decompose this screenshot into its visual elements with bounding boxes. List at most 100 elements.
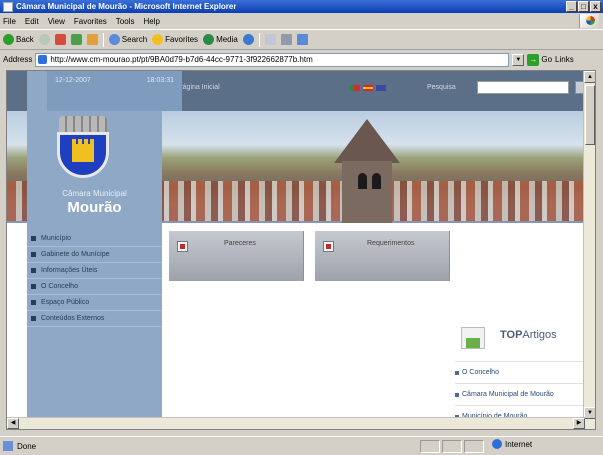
mail-icon — [264, 34, 276, 45]
tile-pareceres[interactable]: Pareceres — [169, 231, 304, 281]
church-tower-roof — [334, 119, 400, 163]
status-pane — [464, 440, 484, 453]
links-button[interactable]: Links — [555, 55, 574, 64]
top-article-label: O Concelho — [462, 369, 499, 376]
menu-tools[interactable]: Tools — [116, 17, 135, 26]
print-button[interactable] — [280, 34, 292, 45]
top-title-bold: TOP — [500, 329, 523, 341]
document-icon — [323, 241, 334, 252]
history-button[interactable] — [242, 34, 254, 45]
go-arrow-icon: → — [527, 53, 540, 66]
home-link-label: Página Inicial — [178, 84, 220, 91]
star-icon — [152, 34, 164, 45]
status-text: Done — [17, 441, 37, 451]
sidebar-item-gabinete[interactable]: Gabinete do Munícipe — [27, 247, 162, 263]
window-title: Câmara Municipal de Mourão - Microsoft I… — [16, 2, 237, 11]
bullet-icon — [31, 316, 36, 321]
tile-requerimentos[interactable]: Requerimentos — [315, 231, 450, 281]
sidebar-item-espaco-publico[interactable]: Espaço Público — [27, 295, 162, 311]
edit-button[interactable] — [296, 34, 308, 45]
stop-icon — [54, 34, 66, 45]
search-label: Search — [121, 35, 148, 44]
minimize-button[interactable]: _ — [566, 1, 577, 12]
sidebar-item-label: O Concelho — [41, 283, 78, 290]
print-icon — [280, 34, 292, 45]
top-article-label: Câmara Municipal de Mourão — [462, 391, 554, 398]
status-panes — [420, 440, 484, 453]
media-label: Media — [216, 35, 238, 44]
municipal-crest-logo[interactable] — [55, 116, 111, 182]
top-article-item[interactable]: Câmara Municipal de Mourão — [455, 383, 585, 405]
mail-button[interactable] — [264, 34, 276, 45]
menu-edit[interactable]: Edit — [25, 17, 39, 26]
belfry-window — [372, 173, 381, 189]
document-icon — [177, 241, 188, 252]
back-label: Back — [16, 35, 34, 44]
sidebar-item-concelho[interactable]: O Concelho — [27, 279, 162, 295]
address-dropdown-button[interactable]: ▼ — [512, 53, 525, 66]
menu-favorites[interactable]: Favorites — [74, 17, 107, 26]
refresh-button[interactable] — [70, 34, 82, 45]
top-articles-title: TOPArtigos — [500, 329, 557, 341]
favorites-button[interactable]: Favorites — [152, 34, 198, 45]
crown-icon — [59, 116, 107, 132]
media-button[interactable]: Media — [203, 34, 238, 45]
castle-icon — [72, 139, 94, 162]
municipality-name: Mourão — [67, 199, 122, 216]
bullet-icon — [31, 284, 36, 289]
sidebar-item-municipio[interactable]: Município — [27, 231, 162, 247]
zone-label: Internet — [505, 439, 533, 449]
toolbar: Back Search Favorites Media — [0, 29, 603, 50]
sidebar-item-label: Gabinete do Munícipe — [41, 251, 110, 258]
scroll-right-icon[interactable]: ▶ — [573, 418, 585, 429]
horizontal-scrollbar[interactable]: ◀ ▶ — [7, 417, 585, 429]
flag-uk-icon[interactable] — [376, 85, 386, 91]
page-done-icon — [3, 441, 13, 451]
forward-arrow-icon — [38, 34, 50, 45]
sidebar-item-informacoes[interactable]: Informações Úteis — [27, 263, 162, 279]
sidebar-item-conteudos-externos[interactable]: Conteúdos Externos — [27, 311, 162, 327]
forward-button[interactable] — [38, 34, 50, 45]
history-icon — [242, 34, 254, 45]
menu-file[interactable]: File — [3, 17, 16, 26]
go-label: Go — [541, 55, 553, 64]
site-search-input[interactable] — [477, 81, 569, 94]
sidebar-item-label: Município — [41, 235, 71, 242]
scroll-down-icon[interactable]: ▼ — [584, 407, 595, 419]
window-controls: _ □ x — [566, 1, 601, 12]
tile-label: Requerimentos — [367, 240, 415, 247]
go-button[interactable]: → Go — [527, 53, 553, 66]
toolbar-separator — [102, 32, 104, 47]
scroll-up-icon[interactable]: ▲ — [584, 71, 595, 83]
home-button[interactable] — [86, 34, 98, 45]
current-time: 18:03:31 — [146, 77, 174, 84]
toolbar-separator — [258, 32, 260, 47]
back-button[interactable]: Back — [3, 34, 34, 45]
back-arrow-icon — [3, 34, 14, 45]
top-article-item[interactable]: O Concelho — [455, 361, 585, 383]
flag-spain-icon[interactable] — [363, 85, 373, 91]
menu-help[interactable]: Help — [143, 17, 159, 26]
left-sidebar: 12-12-2007 18:03:31 Câmara Municipal Mou… — [27, 71, 182, 429]
status-bar: Done Internet — [0, 436, 603, 455]
status-pane — [442, 440, 462, 453]
bullet-icon — [455, 392, 459, 397]
address-input[interactable]: http://www.cm-mourao.pt/pt/9BA0d79-b7d6-… — [35, 52, 510, 67]
menu-view[interactable]: View — [48, 17, 65, 26]
flag-portugal-icon[interactable] — [350, 85, 360, 91]
scroll-left-icon[interactable]: ◀ — [7, 418, 19, 429]
close-button[interactable]: x — [590, 1, 601, 12]
edit-icon — [296, 34, 308, 45]
scroll-thumb[interactable] — [585, 85, 595, 145]
address-bar: Address http://www.cm-mourao.pt/pt/9BA0d… — [0, 50, 603, 69]
search-button[interactable]: Search — [108, 34, 148, 45]
search-icon — [108, 34, 120, 45]
vertical-scrollbar[interactable]: ▲ ▼ — [583, 71, 595, 429]
windows-logo-icon — [579, 14, 599, 28]
home-icon — [86, 34, 98, 45]
media-icon — [203, 34, 215, 45]
belfry-window — [358, 173, 367, 189]
maximize-button[interactable]: □ — [578, 1, 589, 12]
menu-bar: File Edit View Favorites Tools Help — [0, 13, 603, 29]
stop-button[interactable] — [54, 34, 66, 45]
